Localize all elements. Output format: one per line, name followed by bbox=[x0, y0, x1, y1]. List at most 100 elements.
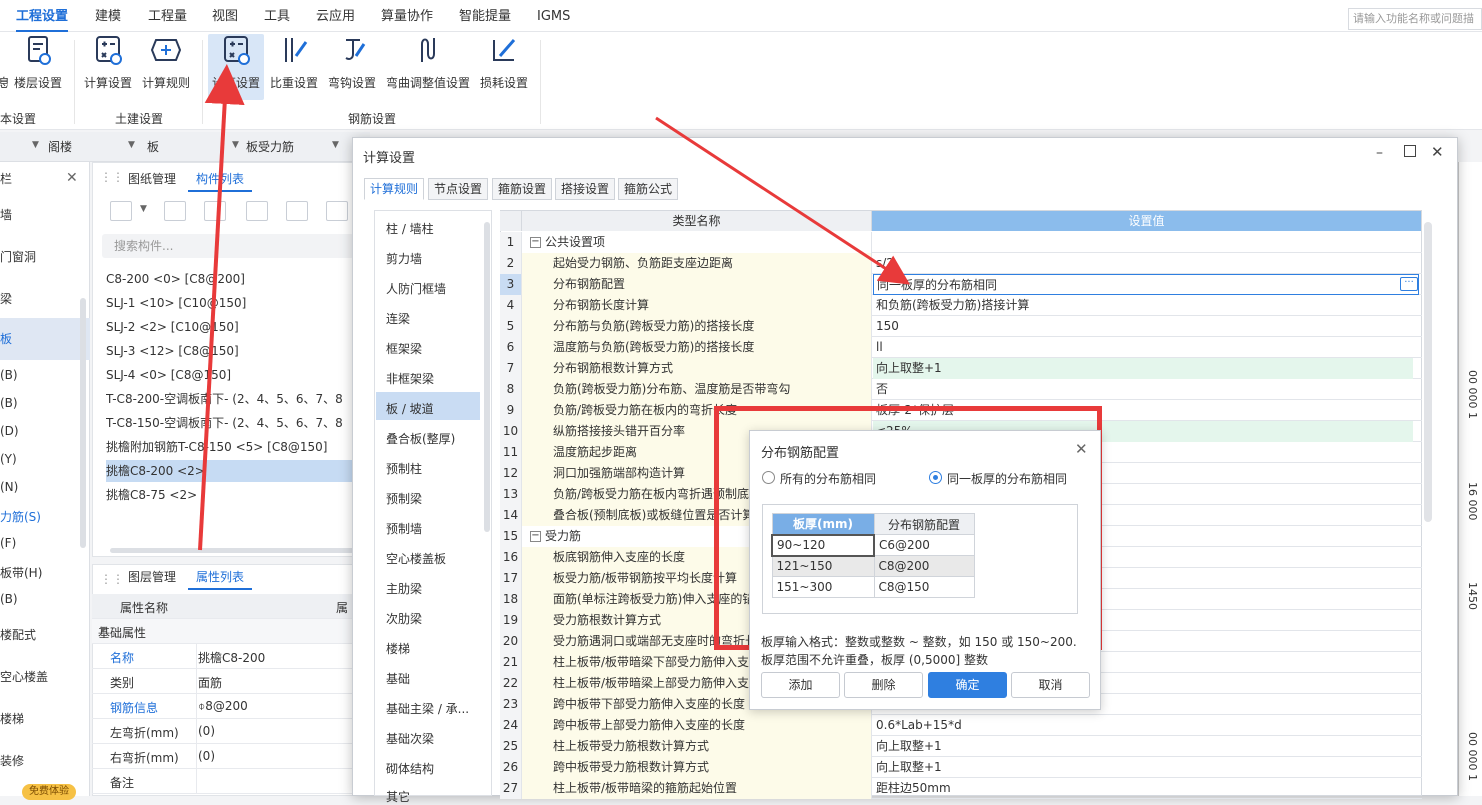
tree-item-slab[interactable]: 板 bbox=[0, 318, 90, 360]
category-item[interactable]: 空心楼盖板 bbox=[386, 550, 486, 567]
minimize-icon[interactable]: – bbox=[1376, 145, 1383, 161]
list-item[interactable]: T-C8-150-空调板南下- (2、4、5、6、7、8 bbox=[106, 412, 354, 434]
list-item[interactable]: SLJ-4 <0> [C8@150] bbox=[106, 364, 354, 386]
add-button[interactable]: 添加 bbox=[761, 672, 840, 698]
collapse-icon[interactable]: ▼ bbox=[100, 625, 106, 634]
tree-item[interactable]: 梁 bbox=[0, 290, 90, 307]
grid-row[interactable]: 26 跨中板带受力筋根数计算方式 向上取整+1 bbox=[500, 757, 1422, 778]
category-item-slab[interactable]: 板 / 坡道 bbox=[386, 400, 486, 417]
chevron-down-icon[interactable]: ▼ bbox=[232, 140, 239, 150]
tab-layer-management[interactable]: 图层管理 bbox=[120, 566, 184, 590]
property-row[interactable]: 备注 bbox=[92, 769, 354, 794]
new-component-icon[interactable] bbox=[110, 201, 132, 221]
tab-lap-settings[interactable]: 搭接设置 bbox=[555, 178, 616, 200]
loss-settings-button[interactable]: 损耗设置 bbox=[476, 34, 532, 100]
bend-adjust-settings-button[interactable]: 弯曲调整值设置 bbox=[384, 34, 472, 100]
property-row[interactable]: 名称 挑檐C8-200 bbox=[92, 644, 354, 669]
category-item[interactable]: 基础 bbox=[386, 670, 486, 687]
list-item[interactable]: C8-200 <0> [C8@200] bbox=[106, 268, 354, 290]
row-value[interactable]: 和负筋(跨板受力筋)搭接计算 bbox=[876, 295, 1416, 316]
maximize-icon[interactable] bbox=[1404, 145, 1416, 157]
import-icon[interactable] bbox=[286, 201, 308, 221]
category-item[interactable]: 叠合板(整厚) bbox=[386, 430, 486, 447]
civil-calc-settings-button[interactable]: 计算设置 bbox=[82, 34, 134, 100]
calc-rules-button[interactable]: 计算规则 bbox=[140, 34, 192, 100]
drawing-canvas[interactable]: 00 000 1 16 000 1450 00 000 1 bbox=[1458, 162, 1482, 796]
collapse-icon[interactable]: − bbox=[530, 531, 541, 542]
property-section[interactable]: 基础属性 bbox=[92, 619, 354, 644]
menu-tools[interactable]: 工具 bbox=[264, 0, 290, 32]
tree-item-slab-rebar[interactable]: 力筋(S) bbox=[0, 508, 90, 525]
tree-item[interactable]: (B) bbox=[0, 368, 90, 382]
table-cell[interactable]: 121~150 bbox=[771, 555, 875, 577]
menu-smart[interactable]: 智能提量 bbox=[459, 0, 511, 32]
category-item[interactable]: 基础次梁 bbox=[386, 730, 486, 747]
row-value[interactable]: 向上取整+1 bbox=[873, 358, 1413, 379]
radio-same-thickness[interactable] bbox=[929, 471, 942, 484]
row-value[interactable]: 否 bbox=[876, 379, 1416, 400]
grid-section-row[interactable]: 1− 公共设置项 bbox=[500, 232, 1422, 253]
cancel-button[interactable]: 取消 bbox=[1011, 672, 1090, 698]
table-cell[interactable]: 151~300 bbox=[771, 576, 875, 598]
tree-item[interactable]: (F) bbox=[0, 536, 90, 550]
tree-item[interactable]: 空心楼盖 bbox=[0, 668, 90, 685]
chevron-down-icon[interactable]: ▼ bbox=[332, 140, 339, 150]
tree-item[interactable]: 装修 bbox=[0, 752, 90, 769]
grid-row[interactable]: 6 温度筋与负筋(跨板受力筋)的搭接长度 ll bbox=[500, 337, 1422, 358]
grid-row[interactable]: 2 起始受力钢筋、负筋距支座边距离 s/2 bbox=[500, 253, 1422, 274]
floor-combo[interactable]: 阁楼 bbox=[48, 138, 72, 158]
floor-settings-button[interactable]: 楼层设置 bbox=[10, 34, 66, 100]
tree-item[interactable]: (D) bbox=[0, 424, 90, 438]
duplicate-icon[interactable] bbox=[246, 201, 268, 221]
tab-node-settings[interactable]: 节点设置 bbox=[428, 178, 489, 200]
ok-button[interactable]: 确定 bbox=[928, 672, 1007, 698]
tree-item[interactable]: 楼配式 bbox=[0, 626, 90, 643]
tree-item[interactable]: 楼梯 bbox=[0, 710, 90, 727]
tree-item[interactable]: (N) bbox=[0, 480, 90, 494]
tree-item[interactable]: 板带(H) bbox=[0, 564, 90, 581]
category-item[interactable]: 预制梁 bbox=[386, 490, 486, 507]
category-item[interactable]: 框架梁 bbox=[386, 340, 486, 357]
tree-item[interactable]: (B) bbox=[0, 396, 90, 410]
density-settings-button[interactable]: 比重设置 bbox=[268, 34, 320, 100]
chevron-down-icon[interactable]: ▼ bbox=[32, 140, 39, 150]
category-item[interactable]: 楼梯 bbox=[386, 640, 486, 657]
grid-row[interactable]: 24 跨中板带上部受力筋伸入支座的长度 0.6*Lab+15*d bbox=[500, 715, 1422, 736]
grid-row[interactable]: 5 分布筋与负筋(跨板受力筋)的搭接长度 150 bbox=[500, 316, 1422, 337]
hook-settings-button[interactable]: 弯钩设置 bbox=[326, 34, 378, 100]
row-value[interactable]: 0.6*Lab+15*d bbox=[876, 715, 1416, 736]
category-item[interactable]: 预制墙 bbox=[386, 520, 486, 537]
tab-stirrup-settings[interactable]: 箍筋设置 bbox=[492, 178, 553, 200]
chevron-down-icon[interactable]: ▼ bbox=[140, 204, 147, 214]
free-trial-badge[interactable]: 免费体验 bbox=[22, 784, 76, 800]
tree-item[interactable]: 栏 bbox=[0, 170, 90, 187]
close-icon[interactable]: ✕ bbox=[1431, 143, 1444, 161]
menu-cloud[interactable]: 云应用 bbox=[316, 0, 355, 32]
category-item[interactable]: 连梁 bbox=[386, 310, 486, 327]
category-item[interactable]: 次肋梁 bbox=[386, 610, 486, 627]
category-scrollbar[interactable] bbox=[484, 222, 490, 532]
table-cell[interactable]: C6@200 bbox=[873, 534, 975, 556]
menu-project-settings[interactable]: 工程设置 bbox=[16, 0, 69, 32]
table-cell[interactable]: C8@200 bbox=[873, 555, 975, 577]
chevron-down-icon[interactable]: ▼ bbox=[128, 140, 135, 150]
category-item[interactable]: 人防门框墙 bbox=[386, 280, 486, 297]
category-item[interactable]: 剪力墙 bbox=[386, 250, 486, 267]
delete-button[interactable]: 删除 bbox=[844, 672, 923, 698]
category-item[interactable]: 主肋梁 bbox=[386, 580, 486, 597]
tab-calc-rules[interactable]: 计算规则 bbox=[364, 178, 425, 200]
tab-drawing-management[interactable]: 图纸管理 bbox=[120, 168, 184, 192]
close-icon[interactable]: ✕ bbox=[1075, 440, 1088, 458]
tree-item[interactable]: 墙 bbox=[0, 206, 90, 223]
menu-modeling[interactable]: 建模 bbox=[95, 0, 121, 32]
row-value[interactable] bbox=[876, 232, 1416, 253]
subtype-combo[interactable]: 板受力筋 bbox=[246, 138, 294, 158]
row-value[interactable]: s/2 bbox=[876, 253, 1416, 274]
list-item[interactable]: SLJ-3 <12> [C8@150] bbox=[106, 340, 354, 362]
row-value[interactable]: 同一板厚的分布筋相同 bbox=[873, 274, 1419, 295]
tab-property-list[interactable]: 属性列表 bbox=[188, 566, 253, 590]
category-item[interactable]: 柱 / 墙柱 bbox=[386, 220, 486, 237]
tab-stirrup-formula[interactable]: 箍筋公式 bbox=[618, 178, 679, 200]
vertical-scrollbar[interactable] bbox=[80, 298, 86, 548]
copy-icon[interactable] bbox=[164, 201, 186, 221]
